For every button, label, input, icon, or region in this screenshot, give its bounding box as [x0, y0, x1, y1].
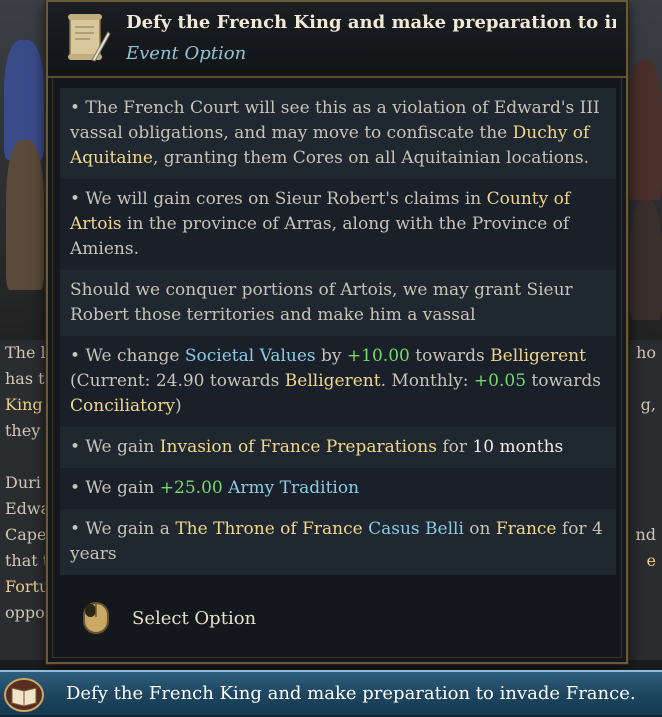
- effects-list: • The French Court will see this as a vi…: [60, 88, 616, 575]
- horse-figure: [630, 200, 662, 320]
- effect-highlight[interactable]: Belligerent: [490, 346, 586, 366]
- description-fragment: [622, 444, 662, 470]
- effect-highlight[interactable]: Casus Belli: [368, 519, 464, 539]
- effect-highlight[interactable]: +10.00: [347, 346, 410, 366]
- effect-text: towards: [526, 371, 601, 391]
- effect-highlight[interactable]: 10 months: [472, 437, 563, 457]
- soldier-figure: [6, 140, 44, 290]
- tooltip-header: Defy the French King and make preparatio…: [48, 2, 626, 78]
- description-fragment: [622, 470, 662, 496]
- effect-text: ): [174, 396, 182, 416]
- effect-block: • We gain a The Throne of France Casus B…: [60, 509, 616, 575]
- effect-text: by: [315, 346, 347, 366]
- event-option-label: Defy the French King and make preparatio…: [66, 683, 636, 704]
- effect-text: • We gain a: [70, 519, 176, 539]
- effect-text: towards: [409, 346, 491, 366]
- description-fragment: e: [646, 551, 656, 570]
- effect-text: . Monthly:: [380, 371, 474, 391]
- tooltip-title: Defy the French King and make preparatio…: [126, 12, 616, 33]
- effect-block: • We gain Invasion of France Preparation…: [60, 427, 616, 468]
- effect-highlight[interactable]: The Throne of France: [175, 519, 362, 539]
- effect-block: • We will gain cores on Sieur Robert's c…: [60, 179, 616, 270]
- effect-highlight[interactable]: Army Tradition: [228, 478, 359, 498]
- scroll-quill-icon: [68, 14, 111, 62]
- description-fragment: [622, 418, 662, 444]
- effect-highlight[interactable]: +0.05: [474, 371, 526, 391]
- effect-highlight[interactable]: +25.00: [160, 478, 223, 498]
- knight-figure: [628, 60, 662, 200]
- effect-text: • We will gain cores on Sieur Robert's c…: [70, 189, 487, 209]
- event-option-button[interactable]: Defy the French King and make preparatio…: [0, 670, 662, 717]
- effect-block: Should we conquer portions of Artois, we…: [60, 270, 616, 336]
- select-option-label: Select Option: [132, 607, 257, 629]
- effect-block: • We change Societal Values by +10.00 to…: [60, 336, 616, 427]
- event-description-right: ho g, nd e: [622, 340, 662, 660]
- select-option-hint: Select Option: [82, 598, 256, 638]
- effect-highlight[interactable]: France: [496, 519, 557, 539]
- effect-text: , granting them Cores on all Aquitainian…: [152, 148, 590, 168]
- description-fragment: nd: [635, 525, 656, 544]
- description-fragment: [622, 496, 662, 522]
- mouse-icon: [83, 602, 109, 634]
- effect-text: (Current: 24.90 towards: [70, 371, 285, 391]
- description-fragment: [622, 366, 662, 392]
- effect-highlight[interactable]: Conciliatory: [70, 396, 175, 416]
- book-icon: [4, 678, 44, 712]
- effect-highlight[interactable]: Belligerent: [285, 371, 381, 391]
- description-fragment: ho: [636, 343, 656, 362]
- effect-block: • We gain +25.00 Army Tradition: [60, 468, 616, 509]
- event-option-tooltip: Defy the French King and make preparatio…: [46, 0, 628, 664]
- description-fragment: [622, 600, 662, 626]
- effect-text: on: [463, 519, 496, 539]
- effect-highlight[interactable]: Societal Values: [185, 346, 316, 366]
- effect-text: • We gain: [70, 437, 160, 457]
- description-fragment: [622, 574, 662, 600]
- tooltip-subtitle: Event Option: [126, 43, 247, 64]
- effect-text: for: [436, 437, 473, 457]
- effect-highlight[interactable]: Invasion of France Preparations: [160, 437, 437, 457]
- effect-text: in the province of Arras, along with the…: [70, 214, 570, 259]
- effect-text: • We gain: [70, 478, 160, 498]
- effect-block: • The French Court will see this as a vi…: [60, 88, 616, 179]
- effect-text: • We change: [70, 346, 185, 366]
- description-fragment: g,: [640, 395, 656, 414]
- effect-text: Should we conquer portions of Artois, we…: [70, 280, 573, 325]
